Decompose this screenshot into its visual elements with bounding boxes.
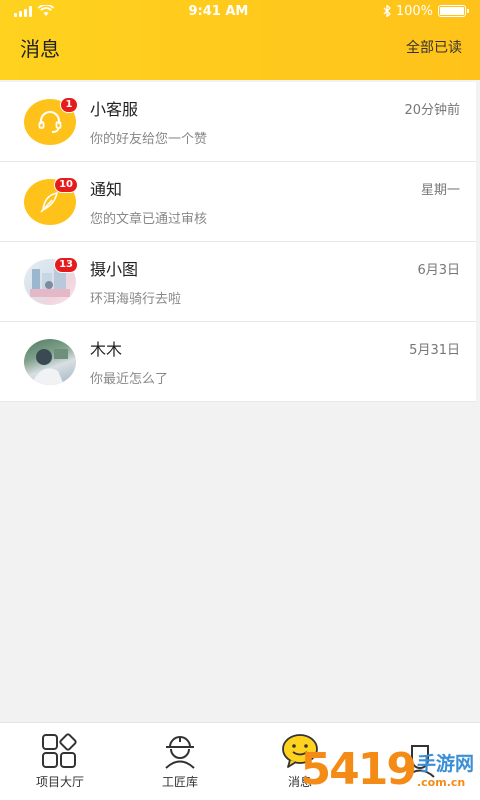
worker-icon [165,736,195,769]
watermark-logo: 5419 手游网 .com.cn [301,740,474,798]
avatar [24,338,76,385]
watermark-number: 5419 [300,743,417,795]
message-sender: 小客服 [90,100,139,119]
tab-project-hall[interactable]: 项目大厅 [0,723,120,800]
tab-craftsman-library[interactable]: 工匠库 [120,723,240,800]
battery-icon [438,5,469,17]
battery-percent: 100% [395,3,433,19]
message-preview: 你的好友给您一个赞 [90,132,208,147]
unread-badge: 10 [54,176,78,193]
message-item-photo[interactable]: 13 摄小图 6月3日 环洱海骑行去啦 [0,242,476,322]
message-preview: 你最近怎么了 [90,372,169,387]
unread-badge: 1 [60,96,78,113]
tab-label: 项目大厅 [35,775,84,789]
watermark-url: .com.cn [416,776,466,789]
unread-badge: 13 [54,256,78,273]
message-time: 星期一 [420,182,460,198]
message-list: 1 小客服 20分钟前 你的好友给您一个赞 10 通知 星期一 您的文章已通过审… [0,82,480,402]
message-item-mumu[interactable]: 木木 5月31日 你最近怎么了 [0,322,476,402]
page-title: 消息 [20,36,60,61]
status-time: 9:41 AM [188,3,249,19]
message-sender: 摄小图 [90,260,139,279]
message-time: 20分钟前 [404,102,460,118]
watermark-site-name: 手游网 [416,753,474,775]
bluetooth-icon [383,5,391,17]
message-preview: 环洱海骑行去啦 [90,292,182,307]
status-bar: 9:41 AM 100% [0,0,480,22]
message-sender: 通知 [90,180,123,199]
grid-icon [42,733,77,768]
battery-fill [440,7,464,15]
tab-label: 工匠库 [161,775,198,789]
mark-all-read-button[interactable]: 全部已读 [406,37,462,57]
signal-icon [14,5,32,17]
message-time: 5月31日 [409,342,460,358]
message-time: 6月3日 [417,262,460,278]
header: 9:41 AM 100% 消息 全部已读 [0,0,480,80]
photo-avatar [34,348,68,385]
message-preview: 您的文章已通过审核 [90,212,208,227]
message-sender: 木木 [90,340,123,359]
wifi-icon [38,5,54,16]
headset-icon [38,110,62,133]
message-item-notification[interactable]: 10 通知 星期一 您的文章已通过审核 [0,162,476,242]
message-item-customer-service[interactable]: 1 小客服 20分钟前 你的好友给您一个赞 [0,82,476,162]
